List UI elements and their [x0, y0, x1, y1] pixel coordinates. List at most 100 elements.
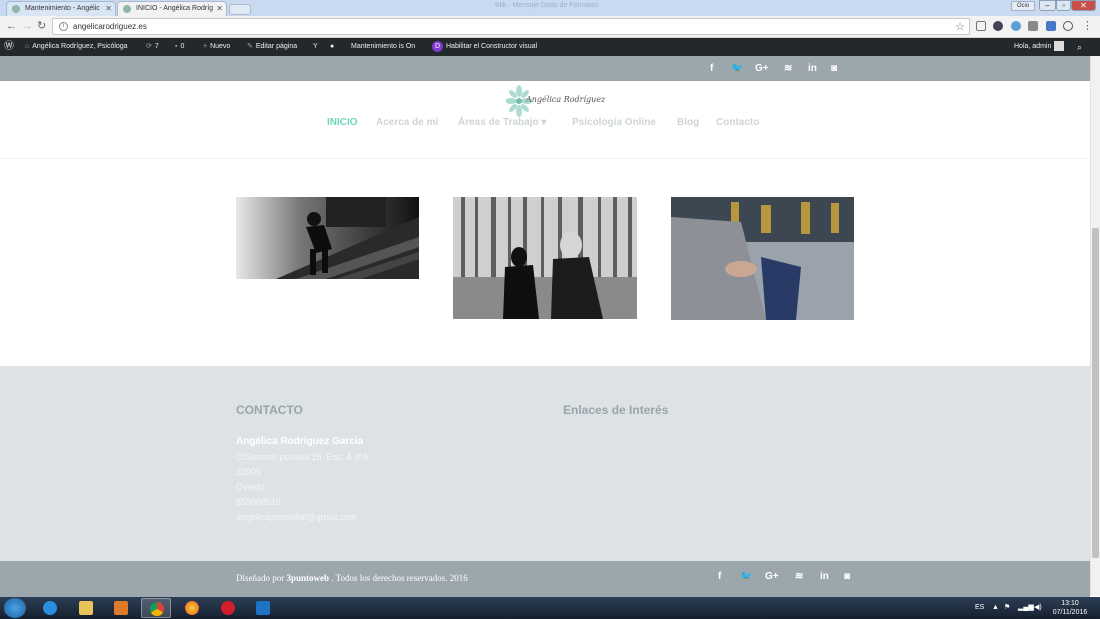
tab-mantenimiento[interactable]: Mantenimiento - Angélic ✕ — [6, 1, 116, 16]
language-indicator[interactable]: ES — [975, 597, 984, 619]
close-tab-icon[interactable]: ✕ — [105, 2, 112, 15]
facebook-icon[interactable]: f — [710, 56, 713, 81]
system-clock[interactable]: 13:10 07/11/2016 — [1052, 599, 1088, 617]
linkedin-icon[interactable]: in — [808, 56, 817, 81]
extension-icon[interactable] — [993, 21, 1003, 31]
cast-icon[interactable] — [976, 21, 986, 31]
reload-icon[interactable]: ↻ — [37, 19, 46, 33]
site-favicon-icon — [12, 5, 20, 13]
designed-by-label: Diseñado por — [236, 573, 285, 583]
menu-dots-icon[interactable]: ⋮ — [1082, 19, 1093, 33]
clock-time: 13:10 — [1061, 600, 1079, 607]
address-bar[interactable]: i angelicarodriguez.es ☆ — [52, 18, 970, 35]
bookmark-star-icon[interactable]: ☆ — [955, 20, 965, 33]
status-dot-icon[interactable]: ● — [330, 38, 334, 56]
maximize-button[interactable]: ▫ — [1056, 0, 1071, 11]
contact-postal-code: 33009 — [236, 467, 262, 477]
clock-date: 07/11/2016 — [1052, 609, 1088, 616]
edit-page-link[interactable]: ✎ Editar página — [247, 38, 297, 56]
taskbar-media[interactable] — [106, 598, 136, 618]
nav-item-inicio[interactable]: INICIO — [327, 117, 358, 128]
new-content-link[interactable]: + Nuevo — [203, 38, 230, 56]
edit-label: Editar página — [255, 43, 298, 50]
twitter-icon[interactable]: 🐦 — [740, 561, 752, 593]
instagram-icon[interactable]: ◙ — [844, 561, 850, 593]
forward-arrow-icon[interactable]: → — [22, 19, 33, 33]
tray-arrow-icon[interactable]: ▲ — [992, 597, 999, 619]
translate-icon[interactable] — [1046, 21, 1056, 31]
tab-inicio[interactable]: INICIO - Angélica Rodríg ✕ — [117, 1, 227, 16]
close-tab-icon[interactable]: ✕ — [216, 2, 223, 15]
site-logo[interactable]: Angélica Rodríguez — [505, 84, 605, 118]
taskbar-opera[interactable] — [213, 598, 243, 618]
avatar — [1054, 41, 1065, 52]
dashboard-icon: ⌂ — [25, 43, 30, 50]
wordpress-logo-icon[interactable]: Ⓦ — [4, 38, 14, 56]
site-name-label: Angélica Rodríguez, Psicóloga — [32, 43, 128, 50]
google-plus-icon[interactable]: G+ — [755, 56, 769, 81]
contact-email[interactable]: angelicapsicovital@gmail.com — [236, 512, 357, 522]
wp-admin-bar: Ⓦ ⌂ Angélica Rodríguez, Psicóloga ⟳ 7 ▪ 0 +… — [0, 38, 1100, 56]
minimize-button[interactable]: – — [1039, 0, 1056, 11]
visual-builder-link[interactable]: D Habilitar el Constructor visual — [432, 38, 537, 56]
tab-title: INICIO - Angélica Rodríg — [136, 5, 214, 12]
new-tab-button[interactable] — [229, 4, 251, 15]
volume-icon[interactable]: ◀) — [1034, 597, 1042, 619]
account-menu[interactable]: Hola, admin — [1014, 38, 1065, 56]
back-arrow-icon[interactable]: ← — [6, 19, 17, 33]
action-center-icon[interactable]: ⚑ — [1004, 597, 1010, 619]
photo-depressed-man[interactable] — [236, 197, 419, 279]
network-icon[interactable]: ▂▄▆ — [1018, 597, 1034, 619]
site-footer: CONTACTO Enlaces de Interés Angélica Rod… — [0, 366, 1090, 561]
media-player-icon — [114, 601, 128, 615]
comments-count: 0 — [180, 43, 185, 50]
photo-group-therapy[interactable] — [671, 197, 854, 320]
pencil-icon: ✎ — [247, 43, 253, 50]
new-label: Nuevo — [210, 43, 231, 50]
designer-link[interactable]: 3puntoweb — [287, 573, 330, 583]
start-button[interactable] — [4, 598, 26, 618]
opera-icon — [221, 601, 235, 615]
rss-icon[interactable]: ≋ — [795, 561, 803, 593]
browser-toolbar: ← → ↻ i angelicarodriguez.es ☆ ⋮ — [0, 16, 1100, 38]
taskbar-chrome[interactable] — [141, 598, 171, 618]
extension-icon[interactable] — [1011, 21, 1021, 31]
taskbar-ie[interactable] — [35, 598, 65, 618]
taskbar-firefox[interactable] — [177, 598, 207, 618]
nav-item-areas[interactable]: Áreas de Trabajo ▾ — [458, 117, 546, 128]
google-plus-icon[interactable]: G+ — [765, 561, 779, 593]
maintenance-status-link[interactable]: Mantenimiento is On — [351, 38, 415, 56]
url-text: angelicarodriguez.es — [73, 22, 147, 31]
nav-item-psicologia-online[interactable]: Psicología Online — [572, 117, 656, 128]
photo-image — [671, 197, 854, 320]
comments-link[interactable]: ▪ 0 — [175, 38, 184, 56]
photo-couple-forest[interactable] — [453, 197, 637, 319]
profile-badge[interactable]: Ocio — [1011, 1, 1035, 11]
search-icon[interactable]: ⌕ — [1077, 38, 1082, 56]
taskbar-explorer[interactable] — [71, 598, 101, 618]
instagram-icon[interactable]: ◙ — [831, 56, 837, 81]
facebook-icon[interactable]: f — [718, 561, 721, 593]
builder-label: Habilitar el Constructor visual — [446, 43, 538, 50]
updates-link[interactable]: ⟳ 7 — [146, 38, 159, 56]
footer-contact-heading: CONTACTO — [236, 403, 303, 417]
nav-item-blog[interactable]: Blog — [677, 117, 699, 128]
admin-site-name-link[interactable]: ⌂ Angélica Rodríguez, Psicóloga — [25, 38, 128, 56]
updates-count: 7 — [154, 43, 159, 50]
yoast-icon[interactable]: Y — [313, 38, 318, 56]
window-title: Blik · Mensaje Dado de Formatos — [495, 2, 599, 9]
site-header: Angélica Rodríguez INICIO Acerca de mi Á… — [0, 81, 1090, 159]
internet-explorer-icon — [43, 601, 57, 615]
rss-icon[interactable]: ≋ — [784, 56, 792, 81]
twitter-icon[interactable]: 🐦 — [731, 56, 743, 81]
info-icon[interactable]: i — [59, 22, 68, 31]
scrollbar-thumb[interactable] — [1092, 228, 1099, 558]
linkedin-icon[interactable]: in — [820, 561, 829, 593]
nav-item-contacto[interactable]: Contacto — [716, 117, 759, 128]
extension-icon[interactable] — [1028, 21, 1038, 31]
extension-icon[interactable] — [1063, 21, 1073, 31]
nav-item-acerca[interactable]: Acerca de mi — [376, 117, 438, 128]
taskbar-outlook[interactable] — [248, 598, 278, 618]
close-window-button[interactable]: ✕ — [1071, 0, 1096, 11]
page-scrollbar[interactable] — [1090, 56, 1100, 596]
